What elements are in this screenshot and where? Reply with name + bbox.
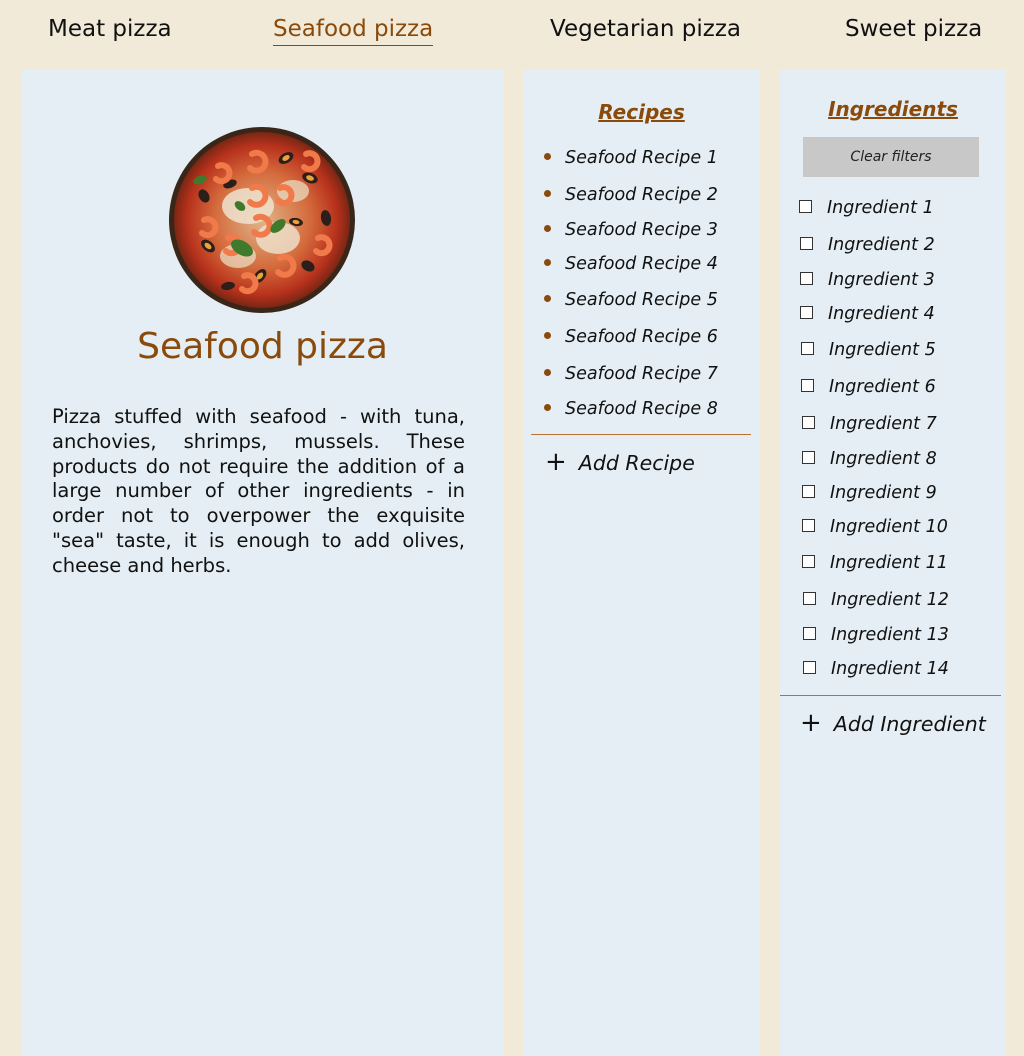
tab-seafood-pizza[interactable]: Seafood pizza — [273, 14, 434, 46]
top-navigation: Meat pizza Seafood pizza Vegetarian pizz… — [0, 0, 1024, 58]
ingredient-checkbox[interactable] — [803, 660, 816, 674]
recipes-divider — [531, 434, 751, 435]
bullet-icon — [544, 152, 551, 160]
recipe-item[interactable]: Seafood Recipe 6 — [544, 325, 718, 349]
ingredient-label: Ingredient 4 — [828, 304, 935, 324]
pizza-image — [168, 126, 356, 314]
ingredient-label: Ingredient 8 — [830, 449, 937, 469]
ingredient-checkbox[interactable] — [802, 484, 815, 498]
ingredient-item[interactable]: Ingredient 9 — [802, 481, 937, 505]
ingredient-item[interactable]: Ingredient 6 — [801, 375, 936, 399]
ingredient-checkbox[interactable] — [800, 271, 813, 285]
recipe-item[interactable]: Seafood Recipe 8 — [544, 397, 718, 421]
tab-meat-pizza[interactable]: Meat pizza — [48, 14, 172, 44]
recipe-label: Seafood Recipe 5 — [565, 290, 718, 310]
recipe-label: Seafood Recipe 6 — [565, 327, 718, 347]
recipe-item[interactable]: Seafood Recipe 7 — [544, 362, 718, 386]
ingredient-label: Ingredient 11 — [830, 553, 948, 573]
ingredient-checkbox[interactable] — [799, 199, 812, 213]
ingredient-item[interactable]: Ingredient 4 — [800, 302, 935, 326]
ingredient-label: Ingredient 13 — [831, 625, 949, 645]
ingredient-item[interactable]: Ingredient 12 — [803, 588, 949, 612]
ingredient-label: Ingredient 5 — [829, 340, 936, 360]
plus-icon: + — [545, 447, 567, 477]
pizza-description: Pizza stuffed with seafood - with tuna, … — [52, 405, 465, 577]
ingredient-label: Ingredient 2 — [828, 235, 935, 255]
ingredient-item[interactable]: Ingredient 11 — [802, 551, 948, 575]
recipes-panel: Recipes Seafood Recipe 1 Seafood Recipe … — [523, 70, 760, 1056]
recipe-item[interactable]: Seafood Recipe 3 — [544, 218, 718, 242]
ingredient-item[interactable]: Ingredient 3 — [800, 268, 935, 292]
recipe-label: Seafood Recipe 3 — [565, 220, 718, 240]
pizza-details-panel: Seafood pizza Pizza stuffed with seafood… — [21, 70, 504, 1056]
ingredients-heading: Ingredients — [828, 97, 958, 121]
ingredient-label: Ingredient 1 — [827, 198, 934, 218]
add-ingredient-button[interactable]: + Add Ingredient — [800, 710, 986, 738]
ingredient-checkbox[interactable] — [801, 378, 814, 392]
ingredient-label: Ingredient 9 — [830, 483, 937, 503]
recipe-item[interactable]: Seafood Recipe 2 — [544, 183, 718, 207]
ingredient-checkbox[interactable] — [802, 554, 815, 568]
add-recipe-button[interactable]: + Add Recipe — [545, 449, 695, 477]
ingredient-label: Ingredient 7 — [830, 414, 937, 434]
ingredient-checkbox[interactable] — [801, 341, 814, 355]
recipe-label: Seafood Recipe 7 — [565, 364, 718, 384]
add-ingredient-label: Add Ingredient — [833, 712, 986, 736]
plus-icon: + — [800, 708, 822, 738]
tab-sweet-pizza[interactable]: Sweet pizza — [845, 14, 982, 44]
ingredient-checkbox[interactable] — [802, 450, 815, 464]
recipe-item[interactable]: Seafood Recipe 5 — [544, 288, 718, 312]
tab-vegetarian-pizza[interactable]: Vegetarian pizza — [550, 14, 741, 44]
recipe-item[interactable]: Seafood Recipe 4 — [544, 252, 718, 276]
add-recipe-label: Add Recipe — [578, 451, 695, 475]
bullet-icon — [544, 403, 551, 411]
ingredients-panel: Ingredients Clear filters Ingredient 1 I… — [780, 70, 1006, 1056]
recipe-label: Seafood Recipe 8 — [565, 399, 718, 419]
bullet-icon — [544, 258, 551, 266]
clear-filters-button[interactable]: Clear filters — [803, 137, 979, 177]
ingredient-checkbox[interactable] — [800, 305, 813, 319]
ingredient-item[interactable]: Ingredient 13 — [803, 623, 949, 647]
ingredient-label: Ingredient 6 — [829, 377, 936, 397]
ingredient-label: Ingredient 12 — [831, 590, 949, 610]
bullet-icon — [544, 331, 551, 339]
recipe-item[interactable]: Seafood Recipe 1 — [544, 146, 718, 170]
ingredient-item[interactable]: Ingredient 14 — [803, 657, 949, 681]
ingredient-checkbox[interactable] — [803, 626, 816, 640]
ingredients-divider — [780, 695, 1001, 696]
recipes-heading: Recipes — [598, 100, 685, 124]
ingredient-checkbox[interactable] — [803, 591, 816, 605]
ingredient-item[interactable]: Ingredient 10 — [802, 515, 948, 539]
ingredient-checkbox[interactable] — [802, 518, 815, 532]
ingredient-item[interactable]: Ingredient 8 — [802, 447, 937, 471]
recipe-label: Seafood Recipe 4 — [565, 254, 718, 274]
ingredient-item[interactable]: Ingredient 7 — [802, 412, 937, 436]
bullet-icon — [544, 224, 551, 232]
ingredient-label: Ingredient 10 — [830, 517, 948, 537]
ingredient-label: Ingredient 14 — [831, 659, 949, 679]
bullet-icon — [544, 189, 551, 197]
ingredient-checkbox[interactable] — [802, 415, 815, 429]
pizza-title: Seafood pizza — [137, 326, 388, 367]
ingredient-label: Ingredient 3 — [828, 270, 935, 290]
ingredient-item[interactable]: Ingredient 5 — [801, 338, 936, 362]
ingredient-item[interactable]: Ingredient 1 — [799, 196, 934, 220]
bullet-icon — [544, 368, 551, 376]
recipe-label: Seafood Recipe 1 — [565, 148, 718, 168]
bullet-icon — [544, 294, 551, 302]
ingredient-checkbox[interactable] — [800, 236, 813, 250]
ingredient-item[interactable]: Ingredient 2 — [800, 233, 935, 257]
recipe-label: Seafood Recipe 2 — [565, 185, 718, 205]
